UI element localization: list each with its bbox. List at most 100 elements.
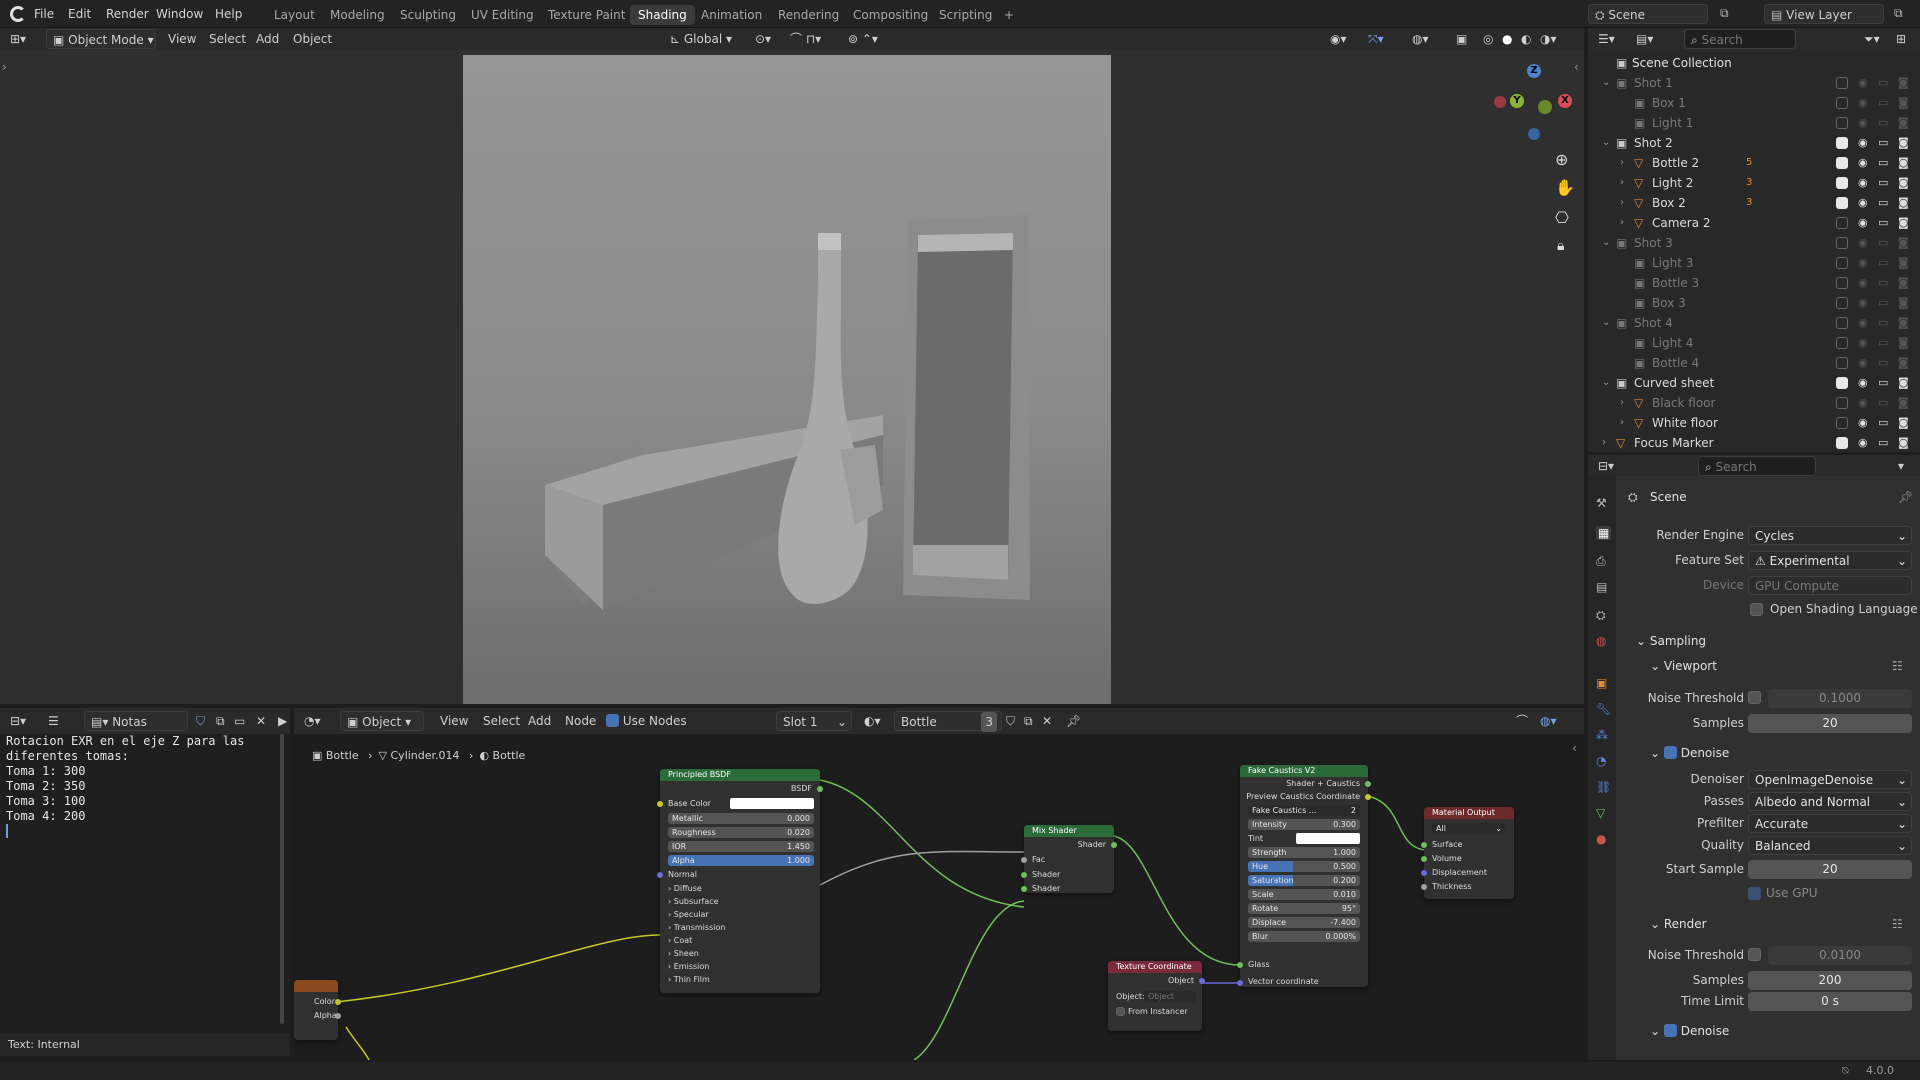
mode-selector[interactable]: ▣ Object Mode ▾: [46, 29, 156, 49]
passes-select[interactable]: Albedo and Normal ⌄: [1748, 792, 1912, 811]
chevron-down-icon[interactable]: ⌄: [1602, 233, 1610, 253]
vp-noise-threshold-checkbox[interactable]: [1748, 691, 1761, 704]
bsdf-panel-toggle[interactable]: › Diffuse: [668, 883, 702, 894]
viewport-icon[interactable]: ▭: [1878, 153, 1888, 173]
outliner-search[interactable]: ⌕ Search: [1684, 29, 1796, 49]
scene-tab-icon[interactable]: ⛭: [1596, 608, 1606, 623]
viewport-icon[interactable]: ▭: [1878, 133, 1888, 153]
menu-render[interactable]: Render: [106, 0, 149, 28]
exclude-checkbox[interactable]: [1836, 217, 1848, 229]
exclude-checkbox[interactable]: [1836, 157, 1848, 169]
render-icon[interactable]: ◙: [1898, 373, 1909, 393]
bsdf-panel-toggle[interactable]: › Subsurface: [668, 896, 719, 907]
texture-coordinate-header[interactable]: Texture Coordinate: [1108, 961, 1202, 973]
base-color-socket[interactable]: [657, 801, 663, 807]
blender-logo-icon[interactable]: [10, 6, 26, 22]
display-mode-icon[interactable]: ▤▾: [1636, 29, 1653, 49]
material-tab-icon[interactable]: ●: [1596, 832, 1606, 846]
chevron-down-icon[interactable]: ⌄: [1602, 73, 1610, 93]
gizmo-neg-y[interactable]: [1538, 100, 1552, 114]
tab-animation[interactable]: Animation: [693, 5, 770, 25]
tab-sculpting[interactable]: Sculpting: [392, 5, 464, 25]
toolbar-expand-icon[interactable]: ›: [2, 60, 7, 74]
scale-field[interactable]: Scale 0.010: [1248, 889, 1360, 900]
pin-icon[interactable]: 📌︎: [1066, 711, 1081, 731]
displace-field[interactable]: Displace -7.400: [1248, 917, 1360, 928]
vp-denoise-checkbox[interactable]: [1663, 746, 1677, 759]
data-users-badge[interactable]: 3: [1746, 193, 1752, 213]
thickness-socket[interactable]: [1421, 884, 1427, 890]
new-collection-icon[interactable]: ⊞: [1896, 29, 1906, 49]
render-icon[interactable]: ◙: [1898, 153, 1909, 173]
image-texture-node[interactable]: Color Alpha: [294, 980, 341, 1040]
filter-icon[interactable]: ⏷▾: [1864, 29, 1880, 49]
osl-checkbox[interactable]: [1750, 603, 1763, 616]
run-script-icon[interactable]: ▶: [278, 711, 287, 731]
slot-selector[interactable]: Slot 1 ⌄: [776, 711, 852, 731]
menu-help[interactable]: Help: [215, 0, 242, 28]
hue-field[interactable]: Hue 0.500: [1248, 861, 1360, 872]
outliner-row[interactable]: ⌄ ▣ Shot 4 ◉ ▭ ◙: [1588, 313, 1920, 333]
output-tab-icon[interactable]: ⎙: [1596, 554, 1606, 569]
duplicate-material-icon[interactable]: ⧉: [1024, 711, 1033, 731]
render-icon[interactable]: ◙: [1898, 173, 1909, 193]
exclude-checkbox[interactable]: [1836, 117, 1848, 129]
text-editor-body[interactable]: Rotacion EXR en el eje Z para las difere…: [0, 734, 290, 1034]
overlay-icon[interactable]: ◍▾: [1540, 711, 1557, 731]
strength-field[interactable]: Strength 1.000: [1248, 847, 1360, 858]
chevron-down-icon[interactable]: ⌄: [1602, 133, 1610, 153]
node-menu-view[interactable]: View: [440, 711, 468, 731]
gizmo-neg-x[interactable]: [1494, 96, 1506, 108]
outliner-row[interactable]: ▣ Light 3 ◉ ▭ ◙: [1588, 253, 1920, 273]
render-icon[interactable]: ◙: [1898, 133, 1909, 153]
properties-options-icon[interactable]: ▾: [1898, 456, 1904, 476]
normal-socket[interactable]: [657, 872, 663, 878]
eye-icon[interactable]: ◉: [1858, 273, 1868, 293]
world-tab-icon[interactable]: ◍: [1596, 634, 1606, 648]
chevron-down-icon[interactable]: ⌄: [1602, 373, 1610, 393]
feature-set-select[interactable]: ⚠ Experimental ⌄: [1748, 551, 1912, 570]
eye-icon[interactable]: ◉: [1858, 193, 1868, 213]
render-icon[interactable]: ◙: [1898, 333, 1909, 353]
exclude-checkbox[interactable]: [1836, 417, 1848, 429]
output-target-select[interactable]: All ⌄: [1432, 823, 1506, 834]
vp-samples-field[interactable]: 20: [1748, 714, 1912, 733]
bsdf-output-socket[interactable]: [817, 786, 823, 792]
texture-coordinate-node[interactable]: Texture Coordinate Object Object: Object…: [1108, 961, 1205, 1031]
exclude-checkbox[interactable]: [1836, 437, 1848, 449]
presets-icon[interactable]: ☷: [1892, 917, 1903, 931]
bsdf-panel-toggle[interactable]: › Emission: [668, 961, 709, 972]
intensity-field[interactable]: Intensity 0.300: [1248, 819, 1360, 830]
view-layer-selector[interactable]: ▤ View Layer: [1764, 4, 1884, 24]
view-layer-tab-icon[interactable]: ▤: [1596, 580, 1607, 594]
material-name-field[interactable]: Bottle 3: [894, 711, 1002, 732]
scene-selector[interactable]: ⛭ Scene: [1588, 4, 1708, 24]
render-icon[interactable]: ◙: [1898, 113, 1909, 133]
socket-alpha[interactable]: [335, 1013, 341, 1019]
chevron-right-icon[interactable]: ›: [1620, 393, 1624, 413]
outliner-row[interactable]: › ▽ Focus Marker ◉ ▭ ◙: [1588, 433, 1920, 453]
render-engine-select[interactable]: Cycles ⌄: [1748, 526, 1912, 545]
saturation-field[interactable]: Saturation 0.200: [1248, 875, 1360, 886]
use-nodes-toggle[interactable]: Use Nodes: [606, 711, 687, 731]
use-gpu-checkbox[interactable]: [1748, 887, 1761, 900]
rotate-field[interactable]: Rotate 95°: [1248, 903, 1360, 914]
tab-compositing[interactable]: Compositing: [845, 5, 936, 25]
presets-icon[interactable]: ☷: [1892, 659, 1903, 673]
wireframe-shading-icon[interactable]: ◎: [1483, 29, 1493, 49]
render-samples-field[interactable]: 200: [1748, 971, 1912, 990]
chevron-down-icon[interactable]: ⌄: [1602, 313, 1610, 333]
new-view-layer-icon[interactable]: ⧉: [1894, 6, 1903, 21]
outliner-row[interactable]: ▣ Bottle 3 ◉ ▭ ◙: [1588, 273, 1920, 293]
xray-icon[interactable]: ▣: [1456, 29, 1467, 49]
properties-search[interactable]: ⌕ Search: [1698, 456, 1816, 476]
image-texture-header[interactable]: [294, 980, 338, 992]
data-users-badge[interactable]: 5: [1746, 153, 1752, 173]
visibility-icon[interactable]: ◉▾: [1330, 29, 1347, 49]
eye-icon[interactable]: ◉: [1858, 173, 1868, 193]
tab-scripting[interactable]: Scripting: [931, 5, 1000, 25]
render-icon[interactable]: ◙: [1898, 213, 1909, 233]
outliner-row[interactable]: ⌄ ▣ Curved sheet ◉ ▭ ◙: [1588, 373, 1920, 393]
exclude-checkbox[interactable]: [1836, 177, 1848, 189]
bsdf-panel-toggle[interactable]: › Transmission: [668, 922, 725, 933]
